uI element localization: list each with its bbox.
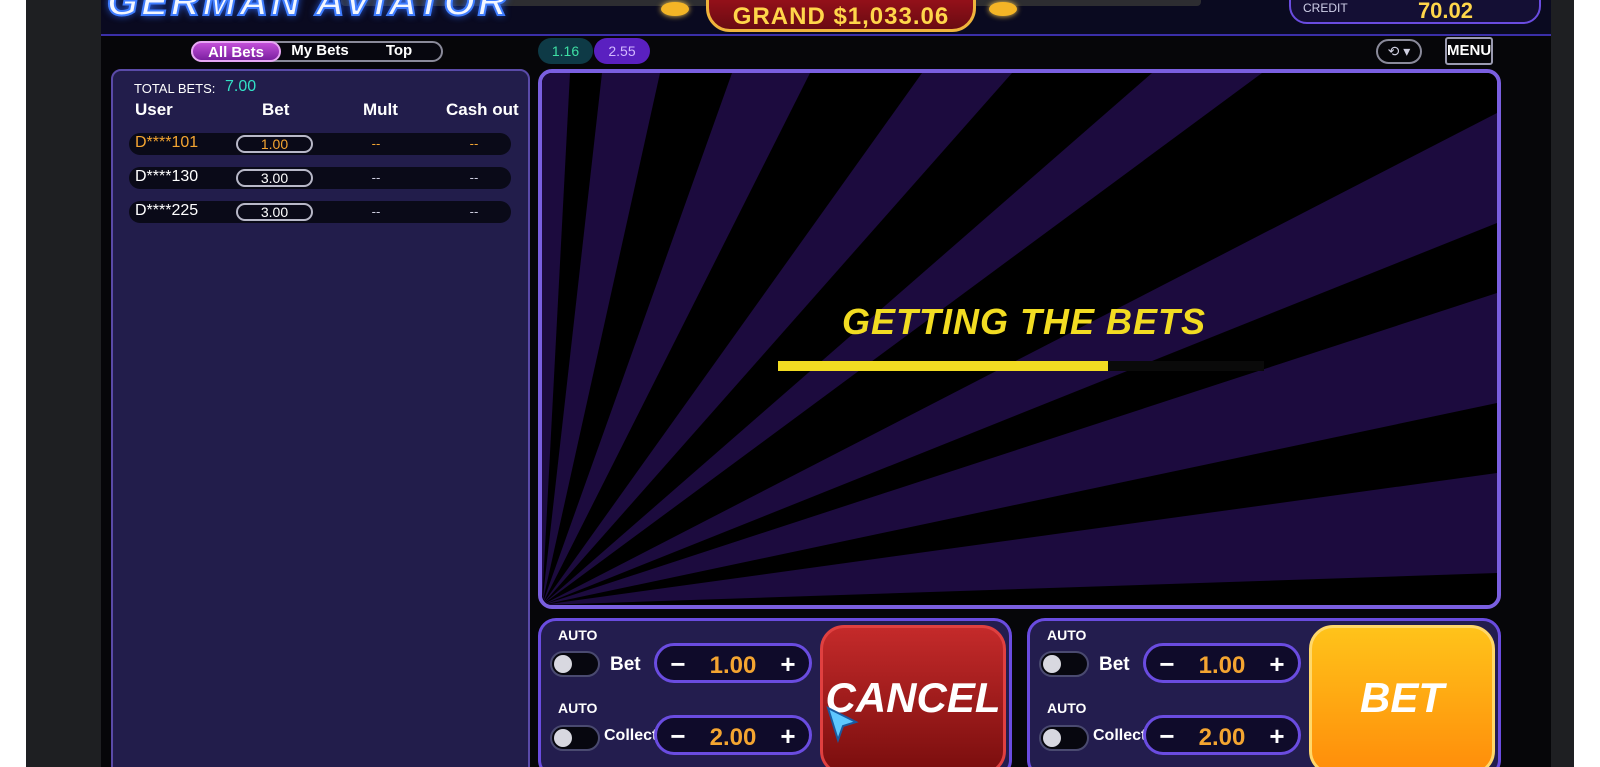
history-clock-icon: ⟲ (1387, 43, 1400, 59)
history-multiplier[interactable]: 2.55 (594, 38, 650, 64)
game-stage: GETTING THE BETS (538, 69, 1501, 609)
bet-row-cash-out: -- (469, 204, 479, 219)
bet-amount-stepper: − 1.00 + (1143, 643, 1301, 683)
collect-value[interactable]: 2.00 (1182, 724, 1262, 752)
bets-progress-bar (778, 361, 1264, 371)
history-multiplier[interactable]: 1.16 (538, 38, 593, 64)
column-header-user: User (135, 100, 173, 119)
bet-row-mult: -- (371, 136, 381, 151)
credit-display: CREDIT 70.02 (1289, 0, 1541, 24)
top-bar: GERMAN AVIATOR GRAND $1,033.06 CREDIT 70… (101, 0, 1551, 36)
bet-amount-stepper: − 1.00 + (654, 643, 812, 683)
tab-my-bets[interactable]: My Bets (285, 41, 355, 62)
tab-top[interactable]: Top (369, 41, 429, 62)
increase-bet-button[interactable]: + (1262, 649, 1292, 679)
status-text: GETTING THE BETS (842, 301, 1207, 342)
decrease-bet-button[interactable]: − (663, 649, 693, 679)
column-header-cash-out: Cash out (446, 100, 519, 119)
grand-jackpot: GRAND $1,033.06 (706, 0, 976, 32)
collect-label: Collect (604, 727, 658, 744)
toggle-knob (554, 655, 572, 673)
decrease-collect-button[interactable]: − (663, 721, 693, 751)
auto-collect-label: AUTO (558, 700, 598, 716)
credit-value: 70.02 (1417, 0, 1473, 23)
mouse-pointer-icon (826, 706, 859, 744)
increase-bet-button[interactable]: + (773, 649, 803, 679)
bet-row-amount: 3.00 (236, 203, 313, 221)
bet-row-amount: 1.00 (236, 135, 313, 153)
auto-collect-toggle[interactable] (1039, 725, 1089, 751)
toggle-knob (1043, 729, 1061, 747)
game-area: GERMAN AVIATOR GRAND $1,033.06 CREDIT 70… (101, 0, 1551, 767)
column-header-mult: Mult (363, 100, 398, 119)
collect-value[interactable]: 2.00 (693, 724, 773, 752)
auto-collect-toggle[interactable] (550, 725, 600, 751)
game-logo: GERMAN AVIATOR (106, 0, 510, 25)
bet-row: D****225 3.00 -- -- (129, 201, 511, 223)
tab-all-bets[interactable]: All Bets (191, 41, 281, 62)
bet-row-amount: 3.00 (236, 169, 313, 187)
bet-row: D****101 1.00 -- -- (129, 133, 511, 155)
bet-row-user: D****130 (135, 168, 199, 185)
column-header-bet: Bet (262, 100, 290, 119)
auto-bet-toggle[interactable] (550, 651, 600, 677)
credit-label: CREDIT (1303, 1, 1348, 15)
bet-button[interactable]: BET (1309, 625, 1495, 767)
increase-collect-button[interactable]: + (773, 721, 803, 751)
bet-amount-value[interactable]: 1.00 (693, 652, 773, 680)
coin-icon (989, 2, 1017, 16)
menu-button[interactable]: MENU (1445, 37, 1493, 65)
bet-row-mult: -- (371, 204, 381, 219)
chevron-down-icon: ▾ (1403, 43, 1411, 59)
bet-row-user: D****101 (135, 134, 199, 151)
toggle-knob (554, 729, 572, 747)
all-bets-panel: TOTAL BETS: 7.00 User Bet Mult Cash out … (111, 69, 530, 767)
decrease-bet-button[interactable]: − (1152, 649, 1182, 679)
bet-row-cash-out: -- (469, 136, 479, 151)
collect-stepper: − 2.00 + (1143, 715, 1301, 755)
increase-collect-button[interactable]: + (1262, 721, 1292, 751)
bet-row: D****130 3.00 -- -- (129, 167, 511, 189)
total-bets-label: TOTAL BETS: (134, 81, 216, 96)
bet-amount-value[interactable]: 1.00 (1182, 652, 1262, 680)
total-bets-value: 7.00 (225, 78, 257, 95)
auto-collect-label: AUTO (1047, 700, 1087, 716)
bet-label: Bet (610, 654, 641, 675)
game-frame: GERMAN AVIATOR GRAND $1,033.06 CREDIT 70… (26, 0, 1574, 767)
auto-bet-label: AUTO (1047, 627, 1087, 643)
bet-row-cash-out: -- (469, 170, 479, 185)
auto-bet-toggle[interactable] (1039, 651, 1089, 677)
history-dropdown-button[interactable]: ⟲ ▾ (1376, 39, 1422, 64)
bets-tabs: All Bets My Bets Top (191, 41, 443, 62)
bet-row-user: D****225 (135, 202, 199, 219)
collect-stepper: − 2.00 + (654, 715, 812, 755)
bets-progress-fill (778, 361, 1109, 371)
coin-icon (661, 2, 689, 16)
collect-label: Collect (1093, 727, 1147, 744)
bet-panel-1: AUTO Bet − 1.00 + AUTO Collect − 2.00 + … (538, 618, 1012, 767)
bet-row-mult: -- (371, 170, 381, 185)
auto-bet-label: AUTO (558, 627, 598, 643)
bet-panel-2: AUTO Bet − 1.00 + AUTO Collect − 2.00 + … (1027, 618, 1501, 767)
decrease-collect-button[interactable]: − (1152, 721, 1182, 751)
toggle-knob (1043, 655, 1061, 673)
bet-label: Bet (1099, 654, 1130, 675)
cancel-button[interactable]: CANCEL (820, 625, 1006, 767)
